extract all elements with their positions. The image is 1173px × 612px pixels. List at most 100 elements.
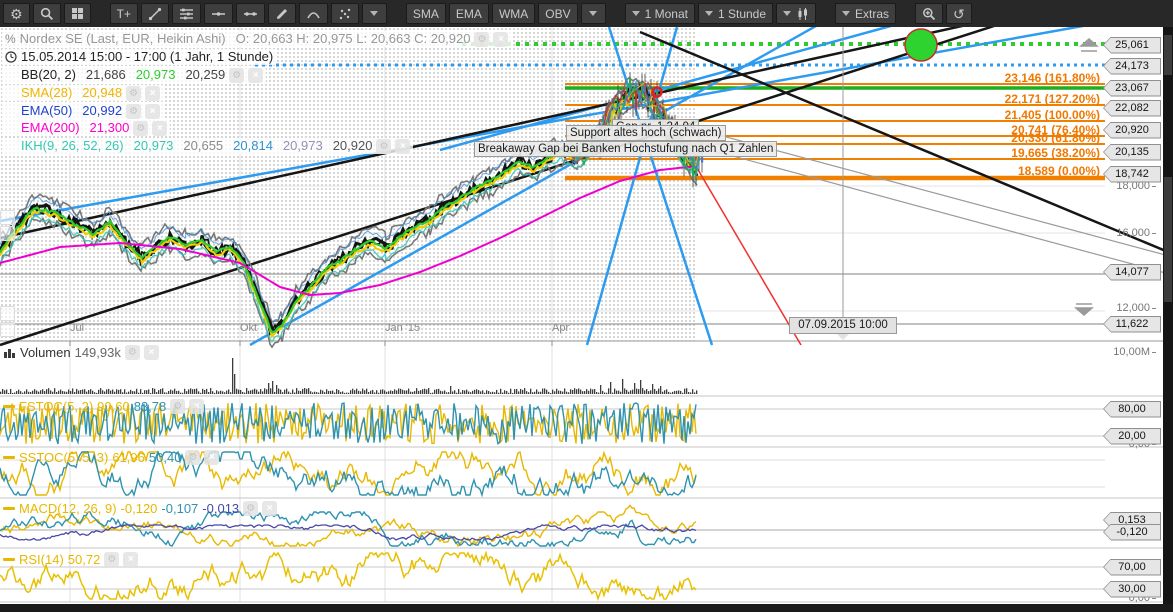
chart-edge-icon[interactable] bbox=[0, 306, 15, 321]
extras-dropdown[interactable]: Extras bbox=[835, 3, 896, 24]
settings-button[interactable]: ⚙ bbox=[3, 3, 30, 24]
close-icon[interactable]: × bbox=[144, 345, 159, 360]
arc-tool-button[interactable] bbox=[299, 3, 328, 24]
settings-icon[interactable]: ⚙ bbox=[126, 86, 141, 101]
close-icon[interactable]: × bbox=[145, 104, 160, 119]
annotation-support[interactable]: Support altes hoch (schwach) bbox=[566, 125, 726, 141]
settings-icon[interactable]: ⚙ bbox=[104, 552, 119, 567]
settings-icon[interactable]: ⚙ bbox=[185, 450, 200, 465]
macd-legend: MACD(12, 26, 9) -0,120 -0,107 -0,013 ⚙ × bbox=[3, 501, 277, 516]
fibonacci-tool-button[interactable] bbox=[172, 3, 201, 24]
fibonacci-label: 20,330 (61.80%) bbox=[1011, 132, 1100, 145]
legend-bb-row: BB(20, 2) 21,686 20,973 20,259 ⚙ × bbox=[2, 67, 266, 83]
undo-button[interactable]: ↺ bbox=[946, 3, 972, 24]
settings-icon[interactable]: ⚙ bbox=[229, 68, 244, 83]
settings-icon[interactable]: ⚙ bbox=[133, 121, 148, 136]
price-axis-tag: 20,920 bbox=[1103, 122, 1161, 139]
right-scrollbar[interactable] bbox=[1163, 27, 1173, 612]
settings-icon[interactable]: ⚙ bbox=[170, 399, 185, 414]
chart-edge-icon[interactable] bbox=[0, 226, 15, 241]
close-icon[interactable]: × bbox=[493, 32, 508, 47]
ema200-swatch bbox=[5, 127, 17, 130]
time-axis-label: Jul bbox=[70, 322, 84, 334]
pencil-tool-button[interactable] bbox=[268, 3, 296, 24]
scrollbar-thumb[interactable] bbox=[1164, 35, 1172, 75]
price-axis-tick: 16,000 bbox=[1104, 227, 1156, 239]
ema50-swatch bbox=[5, 110, 17, 113]
bb-swatch bbox=[5, 74, 17, 77]
close-icon[interactable]: × bbox=[145, 86, 160, 101]
rsi-axis-tag: 70,00 bbox=[1103, 559, 1161, 576]
settings-icon[interactable]: ⚙ bbox=[243, 501, 258, 516]
scrollbar-thumb[interactable] bbox=[1164, 177, 1172, 302]
chart-edge-icon[interactable] bbox=[0, 322, 15, 337]
layout-button[interactable] bbox=[64, 3, 91, 24]
sma-button[interactable]: SMA bbox=[406, 3, 446, 24]
horizontal-line-icon bbox=[211, 7, 226, 21]
chevron-down-icon bbox=[589, 11, 597, 16]
ema-button[interactable]: EMA bbox=[449, 3, 489, 24]
close-icon[interactable]: × bbox=[262, 501, 277, 516]
time-axis-label: Okt bbox=[240, 322, 257, 334]
price-axis-tag: 24,173 bbox=[1103, 58, 1161, 75]
close-icon[interactable]: × bbox=[152, 121, 167, 136]
settings-icon[interactable]: ⚙ bbox=[125, 345, 140, 360]
gear-icon: ⚙ bbox=[10, 7, 23, 21]
chevron-down-icon bbox=[842, 11, 850, 16]
zoom-button[interactable] bbox=[915, 3, 943, 24]
chevron-down-icon bbox=[705, 11, 713, 16]
legend-ikh-row: IKH(9, 26, 52, 26) 20,973 20,655 20,814 … bbox=[2, 138, 413, 154]
period-dropdown[interactable]: 1 Monat bbox=[625, 3, 695, 24]
settings-icon[interactable]: ⚙ bbox=[376, 139, 391, 154]
close-icon[interactable]: × bbox=[204, 450, 219, 465]
draw-more-dropdown[interactable] bbox=[362, 3, 387, 24]
price-axis-tick: 10,00M bbox=[1104, 346, 1156, 358]
indicator-more-dropdown[interactable] bbox=[581, 3, 606, 24]
close-icon[interactable]: × bbox=[123, 552, 138, 567]
price-axis-tag: 22,082 bbox=[1103, 100, 1161, 117]
wma-button[interactable]: WMA bbox=[492, 3, 535, 24]
fstoc-swatch bbox=[3, 405, 15, 408]
bar-chart-icon bbox=[3, 346, 16, 359]
annotation-breakaway-gap[interactable]: Breakaway Gap bei Banken Hochstufung nac… bbox=[474, 141, 777, 157]
price-axis-tag: 11,622 bbox=[1103, 316, 1161, 333]
macd-swatch bbox=[3, 507, 15, 510]
settings-icon[interactable]: ⚙ bbox=[474, 32, 489, 47]
macd-axis-tag: -0,120 bbox=[1103, 524, 1161, 541]
chart-canvas[interactable] bbox=[0, 0, 1173, 612]
legend-ema50-row: EMA(50) 20,992 ⚙ × bbox=[2, 103, 163, 119]
search-icon bbox=[40, 7, 54, 21]
legend-sma-row: SMA(28) 20,948 ⚙ × bbox=[2, 85, 163, 101]
instrument-title: Nordex SE (Last, EUR, Heikin Ashi) bbox=[20, 31, 226, 47]
text-tool-button[interactable]: T+ bbox=[110, 3, 138, 24]
pattern-tool-button[interactable] bbox=[331, 3, 359, 24]
volume-legend: Volumen 149,93k ⚙ × bbox=[3, 345, 159, 360]
trendline-icon bbox=[148, 7, 162, 21]
candlestick-icon bbox=[796, 7, 809, 21]
sma-swatch bbox=[5, 92, 17, 95]
clock-icon bbox=[5, 51, 17, 63]
settings-icon[interactable]: ⚙ bbox=[126, 104, 141, 119]
price-axis-tag: 20,135 bbox=[1103, 144, 1161, 161]
interval-dropdown[interactable]: 1 Stunde bbox=[698, 3, 773, 24]
chart-type-dropdown[interactable] bbox=[776, 3, 816, 24]
ohlc-values: O: 20,663 H: 20,975 L: 20,663 C: 20,920 bbox=[236, 31, 471, 47]
obv-button[interactable]: OBV bbox=[538, 3, 577, 24]
close-icon[interactable]: × bbox=[395, 139, 410, 154]
legend-ema200-row: EMA(200) 21,300 ⚙ × bbox=[2, 120, 170, 136]
arc-icon bbox=[306, 7, 321, 21]
horizontal-line-tool-button[interactable] bbox=[204, 3, 233, 24]
fibonacci-label: 21,405 (100.00%) bbox=[1005, 109, 1100, 122]
trendline-tool-button[interactable] bbox=[141, 3, 169, 24]
close-icon[interactable]: × bbox=[248, 68, 263, 83]
search-button[interactable] bbox=[33, 3, 61, 24]
fibonacci-label: 19,665 (38.20%) bbox=[1011, 147, 1100, 160]
fstoc-axis-tag: 20,00 bbox=[1103, 428, 1161, 445]
close-icon[interactable]: × bbox=[189, 399, 204, 414]
time-axis-label: Apr bbox=[552, 322, 569, 334]
horizontal-ray-tool-button[interactable] bbox=[236, 3, 265, 24]
text-plus-icon: T+ bbox=[117, 7, 131, 21]
price-axis-tick: 12,000 bbox=[1104, 302, 1156, 314]
crosshair-date-tag: 07.09.2015 10:00 bbox=[789, 317, 897, 334]
chart-edge-icon[interactable] bbox=[0, 210, 15, 225]
